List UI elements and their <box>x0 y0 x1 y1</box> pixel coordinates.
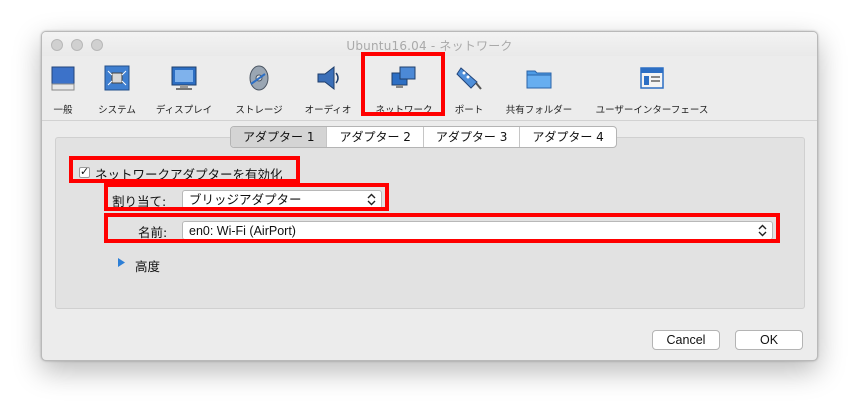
network-toolbar-highlight <box>361 52 445 116</box>
toolbar-label: ディスプレイ <box>155 105 213 116</box>
system-chip-icon <box>104 65 130 91</box>
toolbar-item-display[interactable]: ディスプレイ <box>152 62 216 116</box>
adapter-tabs: アダプター 1 アダプター 2 アダプター 3 アダプター 4 <box>230 126 617 148</box>
toolbar-item-system[interactable]: システム <box>92 62 142 116</box>
toolbar-label: ユーザーインターフェース <box>595 105 709 116</box>
toolbar-item-user-interface[interactable]: ユーザーインターフェース <box>588 62 716 116</box>
port-connector-icon <box>456 67 482 90</box>
tab-adapter-3[interactable]: アダプター 3 <box>422 127 519 147</box>
toolbar-label: 共有フォルダー <box>505 105 573 116</box>
toolbar-item-shared-folders[interactable]: 共有フォルダー <box>500 62 578 116</box>
tab-adapter-1[interactable]: アダプター 1 <box>231 127 327 147</box>
disclosure-triangle-icon[interactable] <box>117 257 126 268</box>
enable-adapter-highlight <box>69 156 300 183</box>
tab-adapter-4[interactable]: アダプター 4 <box>519 127 615 147</box>
attached-to-highlight <box>104 183 389 211</box>
adapter-name-highlight <box>104 213 780 243</box>
storage-disk-icon <box>249 65 269 91</box>
shared-folder-icon <box>526 70 552 89</box>
display-monitor-icon <box>171 66 197 90</box>
toolbar-item-audio[interactable]: オーディオ <box>298 62 358 116</box>
tab-adapter-2[interactable]: アダプター 2 <box>326 127 422 147</box>
toolbar-label: 一般 <box>53 105 73 116</box>
toolbar-item-general[interactable]: 一般 <box>46 62 80 116</box>
toolbar-item-ports[interactable]: ポート <box>446 62 492 116</box>
toolbar-label: ストレージ <box>235 105 283 116</box>
advanced-label[interactable]: 高度 <box>135 256 160 275</box>
cancel-button[interactable]: Cancel <box>652 330 720 350</box>
toolbar-label: ポート <box>454 105 484 116</box>
toolbar-item-storage[interactable]: ストレージ <box>228 62 290 116</box>
audio-speaker-icon <box>317 65 339 91</box>
toolbar-divider <box>42 120 817 121</box>
user-interface-icon <box>640 67 664 89</box>
toolbar-label: オーディオ <box>304 105 352 116</box>
toolbar-label: システム <box>98 105 136 116</box>
ok-button[interactable]: OK <box>735 330 803 350</box>
general-icon <box>51 66 75 91</box>
